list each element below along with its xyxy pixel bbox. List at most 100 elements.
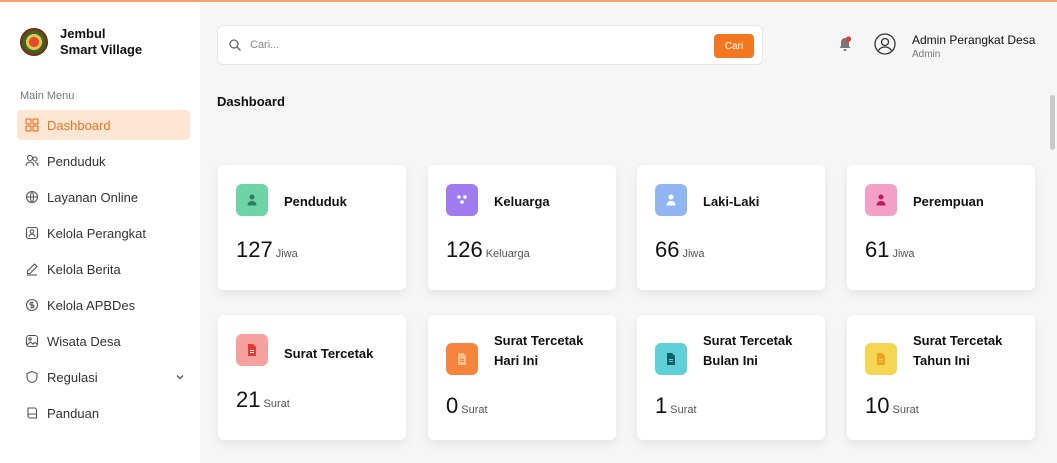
stat-card-surat-bulan-ini[interactable]: Surat Tercetak Bulan Ini 1 Surat <box>637 315 825 440</box>
village-logo-icon <box>20 28 48 56</box>
menu-title: Main Menu <box>20 90 75 102</box>
sidebar-item-label: Wisata Desa <box>47 333 121 349</box>
sidebar-item-label: Panduan <box>47 405 100 421</box>
search-button[interactable]: Cari <box>714 34 754 58</box>
stat-number: 126 <box>446 237 483 262</box>
stat-unit: Jiwa <box>275 248 298 260</box>
sidebar-item-label: Kelola Perangkat <box>47 225 147 241</box>
page-title: Dashboard <box>217 94 285 109</box>
user-name[interactable]: Admin Perangkat Desa <box>912 33 1035 47</box>
user-avatar-icon[interactable] <box>874 33 896 55</box>
sidebar-item-kelola-berita[interactable]: Kelola Berita <box>17 254 190 284</box>
sidebar-item-dashboard[interactable]: Dashboard <box>17 110 190 140</box>
stat-unit: Jiwa <box>892 248 915 260</box>
stat-number: 66 <box>655 237 680 262</box>
document-icon <box>236 334 268 366</box>
stat-label-line-1: Surat Tercetak <box>494 333 584 348</box>
main-menu: Dashboard Penduduk Layanan Online Kelola… <box>17 110 190 434</box>
stat-label-line-1: Surat Tercetak <box>913 333 1003 348</box>
stat-number: 61 <box>865 237 890 262</box>
user-role: Admin <box>912 49 941 60</box>
brand-line-1: Jembul <box>60 26 106 41</box>
document-icon <box>446 343 478 375</box>
stat-value: 66 Jiwa <box>655 237 705 263</box>
stat-unit: Surat <box>670 404 697 416</box>
sidebar-item-wisata-desa[interactable]: Wisata Desa <box>17 326 190 356</box>
stat-value: 0 Surat <box>446 393 488 419</box>
stat-number: 127 <box>236 237 273 262</box>
document-icon <box>865 343 897 375</box>
document-icon <box>655 343 687 375</box>
brand-name: Jembul Smart Village <box>60 26 142 58</box>
stat-label: Surat Tercetak Bulan Ini <box>703 331 792 371</box>
stat-card-surat-hari-ini[interactable]: Surat Tercetak Hari Ini 0 Surat <box>428 315 616 440</box>
person-icon <box>655 184 687 216</box>
family-icon <box>446 184 478 216</box>
stat-card-surat-tahun-ini[interactable]: Surat Tercetak Tahun Ini 10 Surat <box>847 315 1035 440</box>
stat-number: 10 <box>865 393 890 418</box>
book-icon <box>25 406 39 420</box>
sidebar-item-panduan[interactable]: Panduan <box>17 398 190 428</box>
stat-value: 1 Surat <box>655 393 697 419</box>
sidebar: Jembul Smart Village Main Menu Dashboard… <box>0 2 200 463</box>
search-input[interactable] <box>250 39 710 51</box>
stat-label: Surat Tercetak Tahun Ini <box>913 331 1002 371</box>
stat-label-line-1: Surat Tercetak <box>703 333 793 348</box>
sidebar-item-kelola-perangkat[interactable]: Kelola Perangkat <box>17 218 190 248</box>
brand[interactable]: Jembul Smart Village <box>20 26 142 58</box>
sidebar-item-layanan-online[interactable]: Layanan Online <box>17 182 190 212</box>
edit-icon <box>25 262 39 276</box>
person-icon <box>865 184 897 216</box>
users-icon <box>25 154 39 168</box>
page-scrollbar[interactable] <box>1050 95 1055 150</box>
stat-label-line-2: Bulan Ini <box>703 353 758 368</box>
stat-label: Surat Tercetak Hari Ini <box>494 331 583 371</box>
id-card-icon <box>25 226 39 240</box>
stat-unit: Surat <box>461 404 488 416</box>
shield-icon <box>25 370 39 384</box>
money-icon <box>25 298 39 312</box>
sidebar-item-label: Regulasi <box>47 369 98 385</box>
stat-unit: Keluarga <box>485 248 530 260</box>
stat-label: Laki-Laki <box>703 194 760 209</box>
stat-card-penduduk[interactable]: Penduduk 127 Jiwa <box>218 165 406 290</box>
brand-line-2: Smart Village <box>60 42 143 57</box>
stat-value: 21 Surat <box>236 387 290 413</box>
search-icon <box>229 39 241 51</box>
stat-label: Keluarga <box>494 194 550 209</box>
search-bar: Cari <box>217 25 763 65</box>
stat-card-laki-laki[interactable]: Laki-Laki 66 Jiwa <box>637 165 825 290</box>
chevron-down-icon[interactable] <box>174 371 186 383</box>
stat-card-surat-tercetak[interactable]: Surat Tercetak 21 Surat <box>218 315 406 440</box>
stat-value: 61 Jiwa <box>865 237 915 263</box>
stat-unit: Surat <box>892 404 919 416</box>
sidebar-item-label: Layanan Online <box>47 189 139 205</box>
stat-label: Perempuan <box>913 194 984 209</box>
stat-number: 0 <box>446 393 459 418</box>
image-icon <box>25 334 39 348</box>
sidebar-item-label: Dashboard <box>47 117 111 133</box>
stat-card-keluarga[interactable]: Keluarga 126 Keluarga <box>428 165 616 290</box>
stat-number: 1 <box>655 393 668 418</box>
stat-number: 21 <box>236 387 261 412</box>
stat-unit: Jiwa <box>682 248 705 260</box>
stat-label-line-2: Tahun Ini <box>913 353 970 368</box>
sidebar-item-label: Penduduk <box>47 153 106 169</box>
sidebar-item-regulasi[interactable]: Regulasi <box>17 362 190 392</box>
stat-label: Surat Tercetak <box>284 346 374 361</box>
sidebar-item-penduduk[interactable]: Penduduk <box>17 146 190 176</box>
sidebar-item-label: Kelola APBDes <box>47 297 136 313</box>
stat-card-perempuan[interactable]: Perempuan 61 Jiwa <box>847 165 1035 290</box>
stat-value: 126 Keluarga <box>446 237 530 263</box>
notification-bell-icon[interactable] <box>838 35 852 53</box>
stat-unit: Surat <box>263 398 290 410</box>
person-icon <box>236 184 268 216</box>
globe-icon <box>25 190 39 204</box>
grid-icon <box>25 118 39 132</box>
stat-label: Penduduk <box>284 194 347 209</box>
sidebar-item-label: Kelola Berita <box>47 261 121 277</box>
stat-value: 127 Jiwa <box>236 237 298 263</box>
sidebar-item-kelola-apbdes[interactable]: Kelola APBDes <box>17 290 190 320</box>
stat-value: 10 Surat <box>865 393 919 419</box>
stat-label-line-2: Hari Ini <box>494 353 539 368</box>
